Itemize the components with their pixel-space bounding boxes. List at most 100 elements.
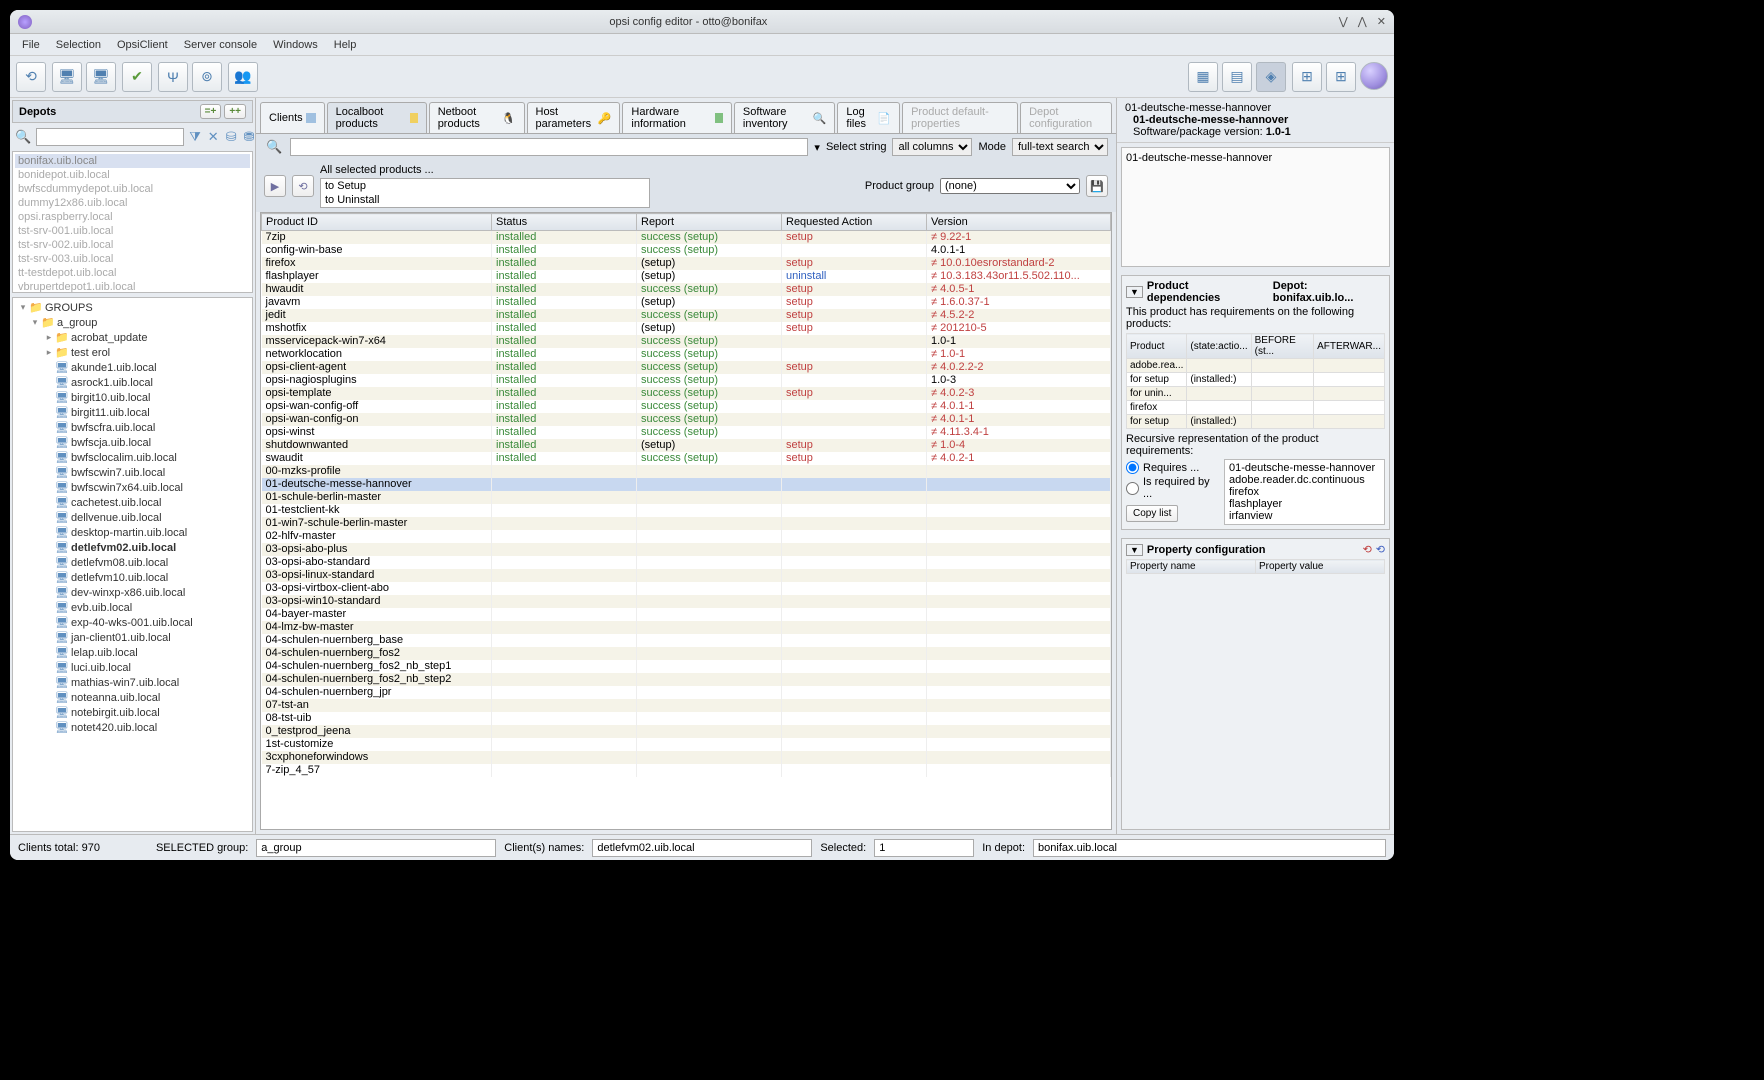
col-requested[interactable]: Requested Action [782,214,927,231]
reload2-button[interactable]: ⟲ [292,175,314,197]
tree-root[interactable]: ▾📁GROUPS [15,300,250,315]
tree-sub[interactable]: ▸📁acrobat_update [15,330,250,345]
table-row[interactable]: 0_testprod_jeena [262,725,1111,738]
funnel-icon[interactable]: ⧩ [187,129,203,145]
collapse-icon[interactable]: ▼ [1126,544,1143,556]
tab-software[interactable]: Software inventory🔍 [734,102,836,133]
table-row[interactable]: 04-schulen-nuernberg_base [262,634,1111,647]
dep-row[interactable]: adobe.rea... [1127,359,1385,373]
table-row[interactable]: 01-testclient-kk [262,504,1111,517]
tree-client[interactable]: 🖥cachetest.uib.local [15,495,250,510]
x-icon[interactable]: ✕ [206,129,221,145]
tree-client[interactable]: 🖥exp-40-wks-001.uib.local [15,615,250,630]
dep-row[interactable]: firefox [1127,401,1385,415]
db2-icon[interactable]: ⛃ [242,129,257,145]
tree-sub[interactable]: ▸📁test erol [15,345,250,360]
tree-client[interactable]: 🖥birgit10.uib.local [15,390,250,405]
reload-button[interactable]: ⟲ [16,62,46,92]
depot-item[interactable]: opsi.raspberry.local [15,210,250,224]
dep-row[interactable]: for setup(installed:) [1127,415,1385,429]
depot-field[interactable] [1033,839,1386,857]
table-row[interactable]: javavminstalled(setup)setup≠ 1.6.0.37-1 [262,296,1111,309]
tab-netboot[interactable]: Netboot products🐧 [429,102,525,133]
menu-windows[interactable]: Windows [267,37,324,53]
depots-eq-plus[interactable]: =+ [200,104,222,119]
table-row[interactable]: 03-opsi-win10-standard [262,595,1111,608]
columns-select[interactable]: all columns [892,138,972,156]
table-row[interactable]: 02-hlfv-master [262,530,1111,543]
product-group-select[interactable]: (none) [940,178,1080,194]
table-row[interactable]: 07-tst-an [262,699,1111,712]
check-button[interactable]: ✔ [122,62,152,92]
table-row[interactable]: opsi-wan-config-oninstalledsuccess (setu… [262,413,1111,426]
col-version[interactable]: Version [927,214,1111,231]
depot-item[interactable]: tst-srv-003.uib.local [15,252,250,266]
grid1-button[interactable]: ⊞ [1292,62,1322,92]
wifi-button[interactable]: ⊚ [192,62,222,92]
tree-client[interactable]: 🖥noteanna.uib.local [15,690,250,705]
layout3-button[interactable]: ◈ [1256,62,1286,92]
reload2-icon[interactable]: ⟲ [1376,543,1385,556]
reload-icon[interactable]: ⟲ [1363,543,1372,556]
depot-item[interactable]: bonifax.uib.local [15,154,250,168]
tree-client[interactable]: 🖥bwfscwin7.uib.local [15,465,250,480]
tree-client[interactable]: 🖥detlefvm08.uib.local [15,555,250,570]
col-report[interactable]: Report [637,214,782,231]
menu-file[interactable]: File [16,37,46,53]
client-names-field[interactable] [592,839,812,857]
table-row[interactable]: 3cxphoneforwindows [262,751,1111,764]
table-row[interactable]: opsi-client-agentinstalledsuccess (setup… [262,361,1111,374]
group-field[interactable] [256,839,496,857]
clients-button[interactable]: 🖥 [86,62,116,92]
table-row[interactable]: 04-schulen-nuernberg_fos2_nb_step1 [262,660,1111,673]
table-row[interactable]: flashplayerinstalled(setup)uninstall≠ 10… [262,270,1111,283]
table-row[interactable]: firefoxinstalled(setup)setup≠ 10.0.10esr… [262,257,1111,270]
tab-logs[interactable]: Log files📄 [837,102,900,133]
tree-client[interactable]: 🖥evb.uib.local [15,600,250,615]
play-button[interactable]: ▶ [264,175,286,197]
tree-group[interactable]: ▾📁a_group [15,315,250,330]
table-row[interactable]: 7-zip_4_57 [262,764,1111,777]
tree-client[interactable]: 🖥mathias-win7.uib.local [15,675,250,690]
product-search-input[interactable] [290,138,808,156]
menu-server-console[interactable]: Server console [178,37,263,53]
table-row[interactable]: opsi-templateinstalledsuccess (setup)set… [262,387,1111,400]
client-button[interactable]: 🖥 [52,62,82,92]
tree-client[interactable]: 🖥luci.uib.local [15,660,250,675]
table-row[interactable]: 04-schulen-nuernberg_jpr [262,686,1111,699]
tree-client[interactable]: 🖥lelap.uib.local [15,645,250,660]
requires-radio[interactable] [1126,461,1139,474]
col-product-id[interactable]: Product ID [262,214,492,231]
tree-client[interactable]: 🖥akunde1.uib.local [15,360,250,375]
mode-select[interactable]: full-text search [1012,138,1108,156]
tab-localboot[interactable]: Localboot products [327,102,427,133]
layout2-button[interactable]: ▤ [1222,62,1252,92]
table-row[interactable]: shutdownwantedinstalled(setup)setup≠ 1.0… [262,439,1111,452]
tree-client[interactable]: 🖥jan-client01.uib.local [15,630,250,645]
table-row[interactable]: opsi-winstinstalledsuccess (setup)≠ 4.11… [262,426,1111,439]
table-row[interactable]: 01-schule-berlin-master [262,491,1111,504]
layout1-button[interactable]: ▦ [1188,62,1218,92]
depot-item[interactable]: dummy12x86.uib.local [15,196,250,210]
copy-list-button[interactable]: Copy list [1126,505,1178,522]
table-row[interactable]: 03-opsi-virtbox-client-abo [262,582,1111,595]
depot-item[interactable]: bwfscdummydepot.uib.local [15,182,250,196]
dep-row[interactable]: for unin... [1127,387,1385,401]
close-icon[interactable]: ✕ [1377,15,1386,28]
depot-item[interactable]: tt-testdepot.uib.local [15,266,250,280]
table-row[interactable]: 04-bayer-master [262,608,1111,621]
table-row[interactable]: networklocationinstalledsuccess (setup)≠… [262,348,1111,361]
save-group-button[interactable]: 💾 [1086,175,1108,197]
table-row[interactable]: 03-opsi-abo-standard [262,556,1111,569]
tree-client[interactable]: 🖥desktop-martin.uib.local [15,525,250,540]
table-row[interactable]: 03-opsi-abo-plus [262,543,1111,556]
table-row[interactable]: 03-opsi-linux-standard [262,569,1111,582]
depot-item[interactable]: tst-srv-001.uib.local [15,224,250,238]
table-row[interactable]: jeditinstalledsuccess (setup)setup≠ 4.5.… [262,309,1111,322]
depots-plus-plus[interactable]: ++ [224,104,246,119]
tree-client[interactable]: 🖥bwfsclocalim.uib.local [15,450,250,465]
table-row[interactable]: 04-lmz-bw-master [262,621,1111,634]
depot-item[interactable]: vbrupertdepot1.uib.local [15,280,250,293]
tree-client[interactable]: 🖥asrock1.uib.local [15,375,250,390]
menu-help[interactable]: Help [328,37,363,53]
